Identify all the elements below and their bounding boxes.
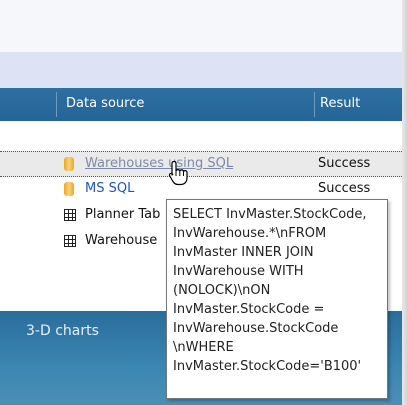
table-icon xyxy=(64,209,76,221)
grid-header: Data source Result xyxy=(0,88,402,121)
column-separator[interactable] xyxy=(314,92,315,117)
data-source-link[interactable]: MS SQL xyxy=(85,181,134,196)
database-icon xyxy=(64,182,74,196)
result-cell: Success xyxy=(318,181,371,196)
table-icon xyxy=(64,235,76,247)
data-source-name[interactable]: Warehouse xyxy=(85,233,157,248)
section-band xyxy=(0,52,402,88)
sql-tooltip: SELECT InvMaster.StockCode, InvWarehouse… xyxy=(166,199,388,399)
column-header-data-source[interactable]: Data source xyxy=(66,96,144,111)
table-row[interactable]: MS SQL Success xyxy=(0,177,402,201)
column-separator[interactable] xyxy=(56,92,57,117)
panel-label[interactable]: 3-D charts xyxy=(26,323,99,339)
hand-cursor-icon xyxy=(168,160,188,186)
window-edge xyxy=(402,0,408,405)
toolbar-area xyxy=(0,0,402,52)
data-source-link[interactable]: Warehouses using SQL xyxy=(85,156,233,171)
data-source-name[interactable]: Planner Tab xyxy=(85,207,160,222)
result-cell: Success xyxy=(318,156,371,171)
table-row[interactable]: Warehouses using SQL Success xyxy=(0,151,402,177)
column-header-result[interactable]: Result xyxy=(320,96,360,111)
database-icon xyxy=(64,157,74,171)
